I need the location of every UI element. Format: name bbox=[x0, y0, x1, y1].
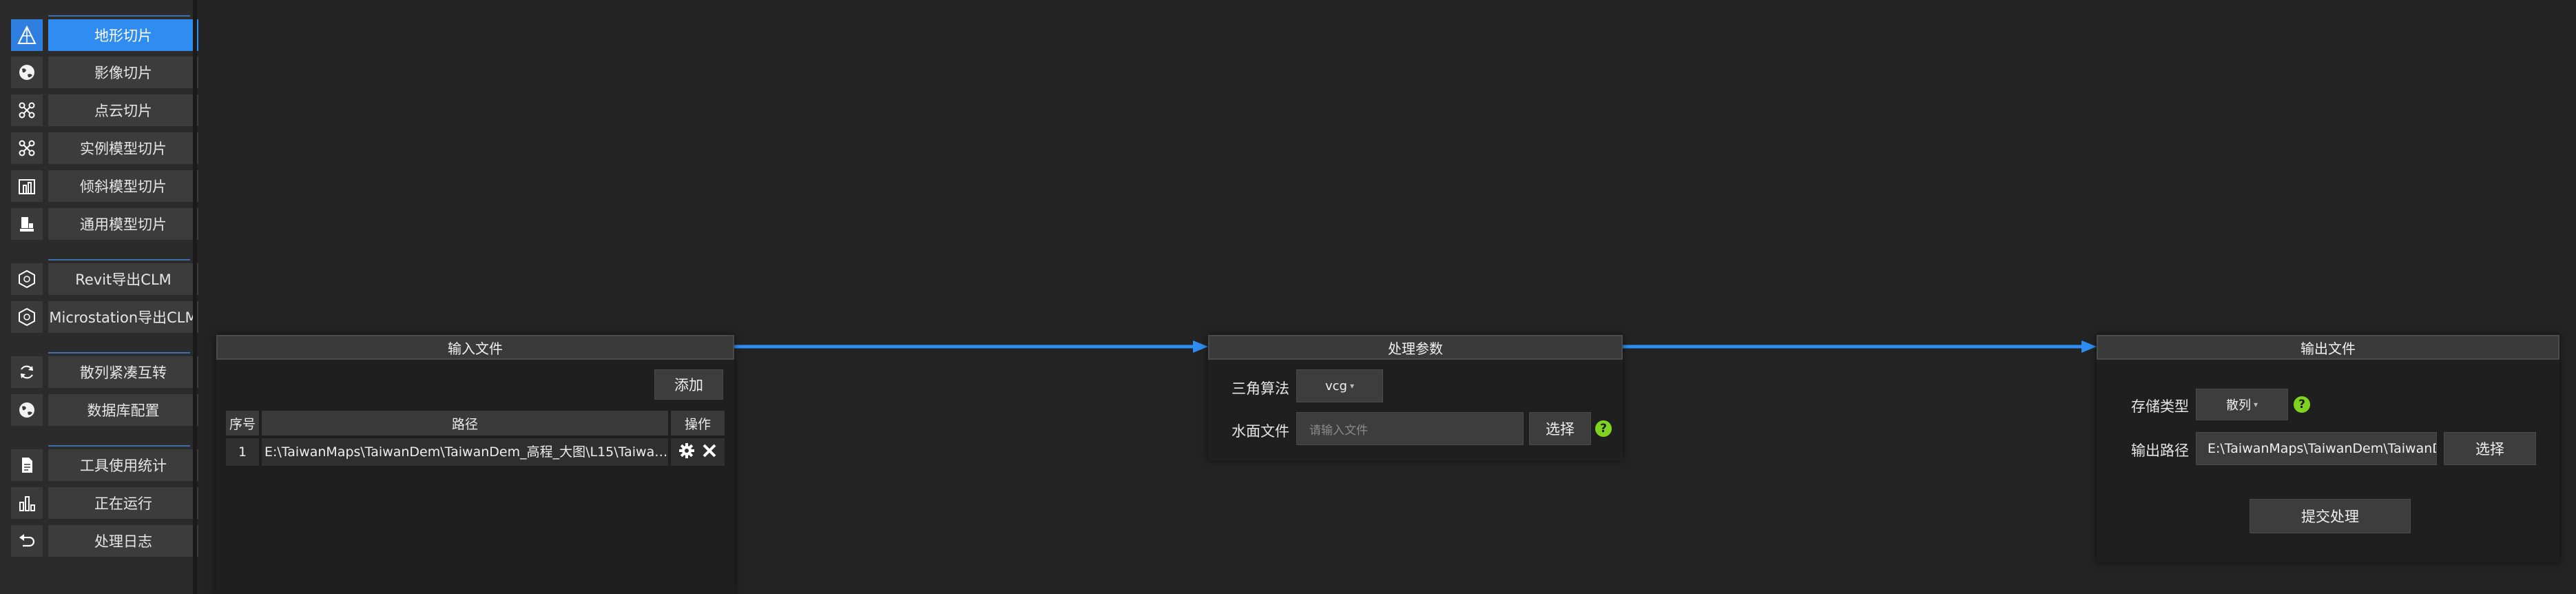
storage-type-select[interactable]: 散列 ▾ bbox=[2196, 389, 2288, 420]
processing-params-panel: 处理参数 三角算法 vcg ▾ 水面文件 请输入文件 选择 ? bbox=[1208, 335, 1623, 460]
add-file-button[interactable]: 添加 bbox=[654, 369, 723, 400]
storage-type-label: 存储类型 bbox=[2131, 398, 2189, 415]
hexagon-icon bbox=[11, 263, 43, 295]
hexagon-icon bbox=[11, 301, 43, 333]
sidebar-item-label: 工具使用统计 bbox=[48, 449, 198, 481]
sidebar-item-label: Microstation导出CLM bbox=[48, 301, 198, 333]
output-path-input[interactable]: E:\TaiwanMaps\TaiwanDem\TaiwanDem_output bbox=[2196, 432, 2437, 465]
sidebar-item-running[interactable]: 正在运行 bbox=[11, 487, 198, 519]
sidebar-item-hash-compact-convert[interactable]: 散列紧凑互转 bbox=[11, 356, 198, 388]
building-icon bbox=[11, 170, 43, 202]
storage-type-select-value: 散列 bbox=[2225, 398, 2251, 413]
sidebar-item-label: 实例模型切片 bbox=[48, 132, 198, 164]
output-path-label: 输出路径 bbox=[2131, 442, 2189, 459]
back-icon bbox=[11, 525, 43, 557]
submit-processing-button[interactable]: 提交处理 bbox=[2250, 499, 2411, 533]
chevron-down-icon: ▾ bbox=[2253, 400, 2258, 409]
chevron-down-icon: ▾ bbox=[1349, 381, 1354, 391]
sidebar-item-microstation-export-clm[interactable]: Microstation导出CLM bbox=[11, 301, 198, 333]
panel-title: 输出文件 bbox=[2097, 335, 2559, 360]
table-header-path: 路径 bbox=[262, 411, 668, 436]
table-cell-index: 1 bbox=[226, 438, 259, 466]
network-icon bbox=[11, 94, 43, 126]
sidebar-item-label: 数据库配置 bbox=[48, 394, 198, 426]
refresh-icon bbox=[11, 356, 43, 388]
sidebar: 地形切片 影像切片 点云切片 实例模型切片 倾斜模型切片 通用模型切片 Revi… bbox=[0, 0, 198, 594]
sidebar-item-label: 通用模型切片 bbox=[48, 208, 198, 240]
sidebar-separator bbox=[48, 445, 190, 447]
sidebar-item-tool-usage-stats[interactable]: 工具使用统计 bbox=[11, 449, 198, 481]
globe-icon bbox=[11, 394, 43, 426]
sidebar-item-database-config[interactable]: 数据库配置 bbox=[11, 394, 198, 426]
water-file-input[interactable]: 请输入文件 bbox=[1296, 412, 1524, 445]
sidebar-separator bbox=[48, 352, 190, 354]
sidebar-item-terrain-tiling[interactable]: 地形切片 bbox=[11, 19, 198, 51]
table-header-index: 序号 bbox=[226, 411, 259, 436]
sidebar-item-imagery-tiling[interactable]: 影像切片 bbox=[11, 57, 198, 88]
sidebar-item-instance-model-tiling[interactable]: 实例模型切片 bbox=[11, 132, 198, 164]
sidebar-item-label: 地形切片 bbox=[48, 19, 198, 51]
algorithm-select-value: vcg bbox=[1325, 378, 1347, 393]
input-files-panel: 输入文件 添加 序号 路径 操作 1 E:\TaiwanMaps\TaiwanD… bbox=[216, 335, 734, 594]
sidebar-item-label: Revit导出CLM bbox=[48, 263, 198, 295]
water-file-label: 水面文件 bbox=[1232, 423, 1289, 440]
sidebar-divider bbox=[193, 0, 197, 594]
panel-title: 输入文件 bbox=[216, 335, 734, 360]
sidebar-item-oblique-model-tiling[interactable]: 倾斜模型切片 bbox=[11, 170, 198, 202]
sidebar-item-label: 倾斜模型切片 bbox=[48, 170, 198, 202]
output-path-select-button[interactable]: 选择 bbox=[2444, 432, 2536, 465]
globe-icon bbox=[11, 57, 43, 88]
sidebar-separator bbox=[48, 259, 190, 260]
flow-arrow-input-to-params bbox=[734, 340, 1208, 353]
sidebar-item-revit-export-clm[interactable]: Revit导出CLM bbox=[11, 263, 198, 295]
algorithm-select[interactable]: vcg ▾ bbox=[1296, 369, 1383, 402]
network-icon bbox=[11, 132, 43, 164]
sidebar-item-label: 正在运行 bbox=[48, 487, 198, 519]
sidebar-separator bbox=[48, 15, 190, 17]
sidebar-item-processing-log[interactable]: 处理日志 bbox=[11, 525, 198, 557]
sidebar-item-pointcloud-tiling[interactable]: 点云切片 bbox=[11, 94, 198, 126]
terrain-icon bbox=[11, 19, 43, 51]
water-file-select-button[interactable]: 选择 bbox=[1529, 412, 1591, 445]
delete-icon[interactable] bbox=[702, 443, 717, 462]
table-header-actions: 操作 bbox=[671, 411, 725, 436]
help-icon[interactable]: ? bbox=[1595, 420, 1612, 437]
table-cell-path: E:\TaiwanMaps\TaiwanDem\TaiwanDem_高程_大图\… bbox=[262, 438, 668, 466]
sidebar-item-label: 影像切片 bbox=[48, 57, 198, 88]
document-icon bbox=[11, 449, 43, 481]
panel-title: 处理参数 bbox=[1208, 335, 1623, 360]
output-files-panel: 输出文件 存储类型 散列 ▾ ? 输出路径 E:\TaiwanMaps\Taiw… bbox=[2097, 335, 2559, 562]
gear-icon[interactable] bbox=[678, 442, 695, 462]
algorithm-label: 三角算法 bbox=[1232, 380, 1289, 397]
chart-icon bbox=[11, 487, 43, 519]
sidebar-item-general-model-tiling[interactable]: 通用模型切片 bbox=[11, 208, 198, 240]
model-icon bbox=[11, 208, 43, 240]
help-icon[interactable]: ? bbox=[2294, 396, 2310, 413]
sidebar-item-label: 点云切片 bbox=[48, 94, 198, 126]
sidebar-item-label: 处理日志 bbox=[48, 525, 198, 557]
sidebar-item-label: 散列紧凑互转 bbox=[48, 356, 198, 388]
table-cell-actions bbox=[671, 438, 725, 466]
flow-arrow-params-to-output bbox=[1623, 340, 2097, 353]
